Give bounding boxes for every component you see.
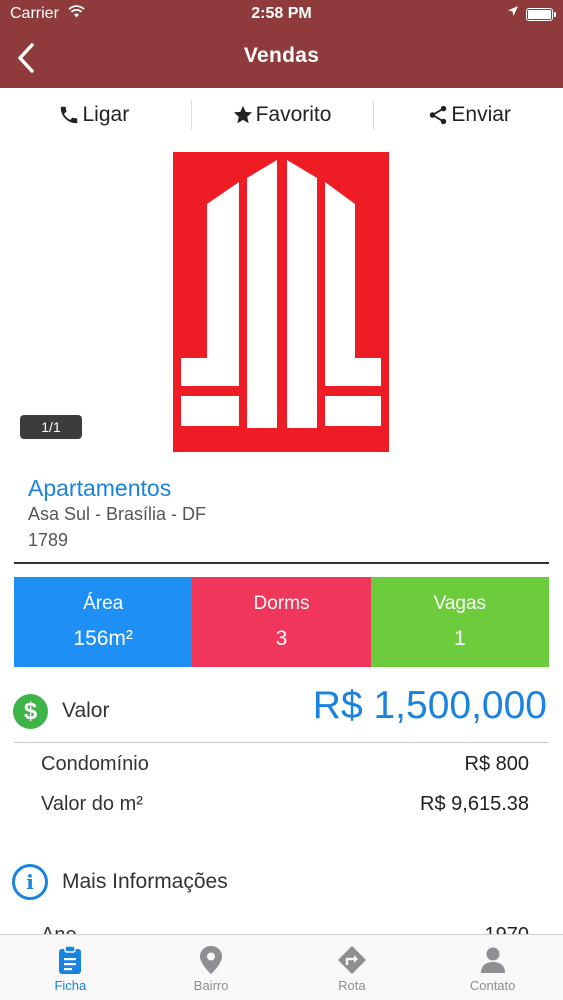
person-icon	[480, 947, 505, 973]
share-button[interactable]: Enviar	[375, 96, 563, 134]
stat-value: 156m²	[73, 627, 133, 650]
call-button[interactable]: Ligar	[0, 96, 188, 134]
stat-label: Dorms	[253, 593, 310, 614]
tab-label: Contato	[469, 978, 516, 993]
property-photo[interactable]	[173, 152, 389, 452]
more-info-title: Mais Informações	[62, 870, 228, 893]
photo-counter: 1/1	[20, 415, 82, 439]
stat-area: Área 156m²	[14, 577, 193, 667]
favorite-button[interactable]: Favorito	[188, 96, 376, 134]
price-value: R$ 1,500,000	[312, 684, 547, 727]
map-pin-icon	[200, 946, 223, 974]
tab-bar: Ficha Bairro Rota Contato	[0, 934, 563, 1000]
divider	[14, 742, 549, 743]
battery-icon	[526, 8, 556, 21]
route-icon	[337, 946, 366, 974]
building-logo-image	[173, 152, 389, 452]
star-icon	[233, 105, 252, 124]
tab-label: Bairro	[193, 978, 229, 993]
tab-bairro[interactable]: Bairro	[141, 935, 282, 1000]
tab-label: Ficha	[54, 978, 87, 993]
condo-fee-label: Condomínio	[41, 753, 149, 775]
stat-label: Vagas	[433, 593, 487, 614]
stats-bar: Área 156m² Dorms 3 Vagas 1	[14, 577, 549, 667]
call-label: Ligar	[82, 103, 130, 126]
divider	[373, 100, 374, 130]
property-code: 1789	[28, 530, 69, 550]
tab-rota[interactable]: Rota	[282, 935, 423, 1000]
clock: 2:58 PM	[251, 5, 312, 22]
share-icon	[430, 105, 447, 125]
tab-ficha[interactable]: Ficha	[0, 935, 141, 1000]
navigation-bar: Carrier 2:58 PM Vendas	[0, 0, 563, 88]
location-arrow-icon	[507, 5, 519, 20]
page-title: Vendas	[243, 44, 320, 67]
favorite-label: Favorito	[255, 103, 332, 126]
stat-label: Área	[83, 593, 124, 614]
divider	[14, 562, 549, 564]
price-per-sqm-label: Valor do m²	[41, 793, 143, 815]
info-icon: i	[12, 864, 48, 900]
share-label: Enviar	[451, 103, 511, 126]
property-type: Apartamentos	[28, 475, 172, 501]
stat-parking: Vagas 1	[370, 577, 549, 667]
price-per-sqm-value: R$ 9,615.38	[420, 793, 529, 815]
condo-fee-value: R$ 800	[464, 753, 530, 775]
stat-value: 1	[453, 627, 466, 650]
action-row: Ligar Favorito Enviar	[0, 96, 563, 134]
tab-label: Rota	[338, 978, 366, 993]
phone-icon	[61, 106, 78, 124]
tab-contato[interactable]: Contato	[422, 935, 563, 1000]
status-bar: Carrier 2:58 PM	[0, 0, 563, 30]
dollar-icon: $	[13, 694, 48, 729]
divider	[191, 100, 192, 130]
stat-value: 3	[275, 627, 288, 650]
stat-dorms: Dorms 3	[192, 577, 371, 667]
property-address: Asa Sul - Brasília - DF	[28, 504, 207, 524]
price-label: Valor	[62, 699, 110, 722]
clipboard-icon	[59, 945, 82, 974]
